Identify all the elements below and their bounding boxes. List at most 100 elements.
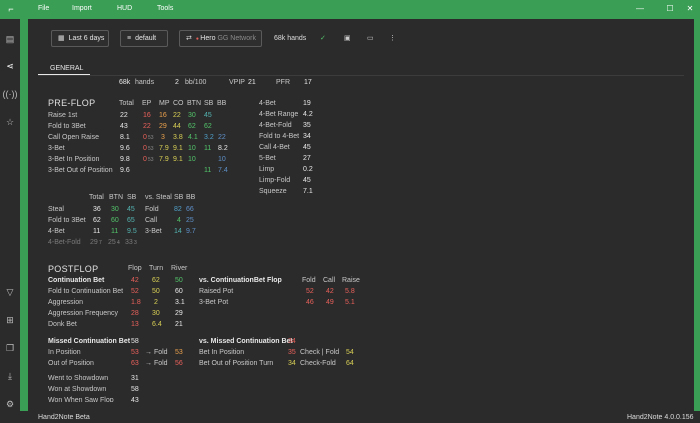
windows-icon[interactable]: ❐ bbox=[0, 341, 20, 355]
tab-divider bbox=[38, 75, 684, 76]
preflop-cell: 3.8 bbox=[173, 134, 183, 141]
filter-button[interactable]: ≡ default bbox=[120, 30, 168, 47]
save-icon[interactable]: ▣ bbox=[344, 34, 351, 43]
vs-steal-cell: 66 bbox=[186, 206, 194, 213]
steal-sample-size: 3 bbox=[134, 240, 137, 246]
postflop-cell: 3.1 bbox=[175, 299, 185, 306]
download-icon[interactable]: ⤓ bbox=[0, 369, 20, 383]
calendar-icon: ▦ bbox=[58, 35, 65, 42]
status-left: Hand2Note Beta bbox=[38, 414, 90, 421]
share-graph-icon[interactable]: ⋖ bbox=[0, 59, 20, 73]
menu-file[interactable]: File bbox=[38, 0, 49, 19]
vs-steal-header-sb: SB bbox=[174, 194, 184, 201]
status-version: Hand2Note 4.0.0.156 bbox=[627, 414, 694, 421]
postflop-cell: 1.8 bbox=[131, 299, 141, 306]
vs-cbet-row-label: Raised Pot bbox=[199, 288, 234, 295]
reports-icon[interactable]: ▤ bbox=[0, 32, 20, 46]
preflop-right-label: 4-Bet Range bbox=[259, 111, 299, 118]
summary-bb-value: 2 bbox=[175, 79, 179, 86]
preflop-right-value: 27 bbox=[303, 155, 311, 162]
preflop-cell: 10 bbox=[188, 145, 196, 152]
preflop-cell: 10 bbox=[218, 156, 226, 163]
summary-vpip-value: 21 bbox=[248, 79, 256, 86]
postflop-row-label: Donk Bet bbox=[48, 321, 77, 328]
vs-steal-cell: 82 bbox=[174, 206, 182, 213]
vs-steal-row-label: Call bbox=[145, 217, 158, 224]
swap-icon: ⇄ bbox=[186, 35, 192, 42]
preflop-cell: 8.1 bbox=[120, 134, 130, 141]
preflop-row-label: Raise 1st bbox=[48, 112, 78, 119]
steal-header-sb: SB bbox=[127, 194, 137, 201]
preflop-sample-size: 53 bbox=[148, 135, 154, 141]
steal-row-label: 4-Bet-Fold bbox=[48, 239, 81, 246]
preflop-row-label: 3-Bet In Position bbox=[48, 156, 100, 163]
steal-cell: 65 bbox=[127, 217, 135, 224]
postflop-cell: 60 bbox=[175, 288, 183, 295]
layout-icon[interactable]: ⊞ bbox=[0, 313, 20, 327]
vs-steal-row-label: 3-Bet bbox=[145, 228, 162, 235]
postflop-cell: 2 bbox=[154, 299, 158, 306]
postflop-cell: 52 bbox=[131, 288, 139, 295]
showdown-row-label: Won When Saw Flop bbox=[48, 397, 114, 402]
preflop-cell: 9.1 bbox=[173, 156, 183, 163]
settings-gear-icon[interactable]: ⚙ bbox=[0, 397, 20, 411]
summary-bb-label: bb/100 bbox=[185, 79, 207, 86]
vs-missed-action: Check-Fold bbox=[300, 360, 336, 367]
preflop-cell: 16 bbox=[143, 112, 151, 119]
vs-steal-header-bb: BB bbox=[186, 194, 196, 201]
missed-cbet-arrow: → Fold bbox=[145, 360, 168, 367]
steal-cell: 62 bbox=[93, 217, 101, 224]
broadcast-icon[interactable]: ((·)) bbox=[0, 87, 20, 101]
showdown-cell: 43 bbox=[131, 397, 139, 402]
steal-cell: 11 bbox=[93, 228, 101, 235]
vs-missed-row-label: Bet In Position bbox=[199, 349, 245, 356]
steal-cell: 30 bbox=[111, 206, 119, 213]
vs-cbet-header-call: Call bbox=[323, 277, 336, 284]
preflop-cell: 0 bbox=[143, 145, 147, 152]
tab-general[interactable]: GENERAL bbox=[50, 64, 83, 73]
preflop-right-label: 4-Bet bbox=[259, 100, 276, 107]
title-bar: ⌐ File Import HUD Tools — ☐ ✕ bbox=[0, 0, 700, 19]
menu-tools[interactable]: Tools bbox=[157, 0, 173, 19]
preflop-cell: 11 bbox=[204, 167, 212, 174]
preflop-cell: 7.9 bbox=[159, 145, 169, 152]
folder-icon[interactable]: ▭ bbox=[367, 34, 374, 43]
postflop-title: POSTFLOP bbox=[48, 264, 99, 274]
preflop-cell: 22 bbox=[218, 134, 226, 141]
postflop-row-label: Aggression Frequency bbox=[48, 310, 119, 317]
vs-missed-action: Check | Fold bbox=[300, 349, 340, 356]
preflop-cell: 9.8 bbox=[120, 156, 130, 163]
vs-steal-cell: 4 bbox=[177, 217, 181, 224]
more-options-icon[interactable]: ⋮ bbox=[389, 34, 396, 43]
preflop-right-value: 4.2 bbox=[303, 111, 313, 118]
menu-hud[interactable]: HUD bbox=[117, 0, 132, 19]
close-icon[interactable]: ✕ bbox=[680, 0, 700, 19]
postflop-cell: 28 bbox=[131, 310, 139, 317]
vs-cbet-cell: 46 bbox=[306, 299, 314, 306]
menu-import[interactable]: Import bbox=[72, 0, 92, 19]
steal-cell: 25 bbox=[108, 239, 116, 246]
minimize-icon[interactable]: — bbox=[630, 0, 650, 19]
steal-cell: 36 bbox=[93, 206, 101, 213]
maximize-icon[interactable]: ☐ bbox=[660, 0, 680, 19]
preflop-right-value: 19 bbox=[303, 100, 311, 107]
star-icon[interactable]: ☆ bbox=[0, 115, 20, 129]
steal-row-label: Steal bbox=[48, 206, 64, 213]
preflop-header-bb: BB bbox=[217, 100, 227, 107]
filter-icon[interactable]: ▽ bbox=[0, 285, 20, 299]
missed-cbet-row-label: Out of Position bbox=[48, 360, 94, 367]
summary-vpip-label: VPIP bbox=[229, 79, 245, 86]
vs-cbet-header-fold: Fold bbox=[302, 277, 316, 284]
player-selector[interactable]: ⇄ ● Hero GG Network bbox=[179, 30, 262, 47]
preflop-cell: 9.6 bbox=[120, 145, 130, 152]
preflop-right-label: Limp bbox=[259, 166, 275, 173]
preflop-header-co: CO bbox=[173, 100, 184, 107]
period-button[interactable]: ▦ Last 6 days bbox=[51, 30, 109, 47]
check-icon: ✓ bbox=[320, 35, 326, 42]
vs-missed-cell: 35 bbox=[288, 349, 296, 356]
preflop-header-sb: SB bbox=[204, 100, 214, 107]
preflop-cell: 11 bbox=[204, 145, 212, 152]
vs-cbet-cell: 52 bbox=[306, 288, 314, 295]
postflop-cell: 50 bbox=[152, 288, 160, 295]
preflop-right-value: 7.1 bbox=[303, 188, 313, 195]
